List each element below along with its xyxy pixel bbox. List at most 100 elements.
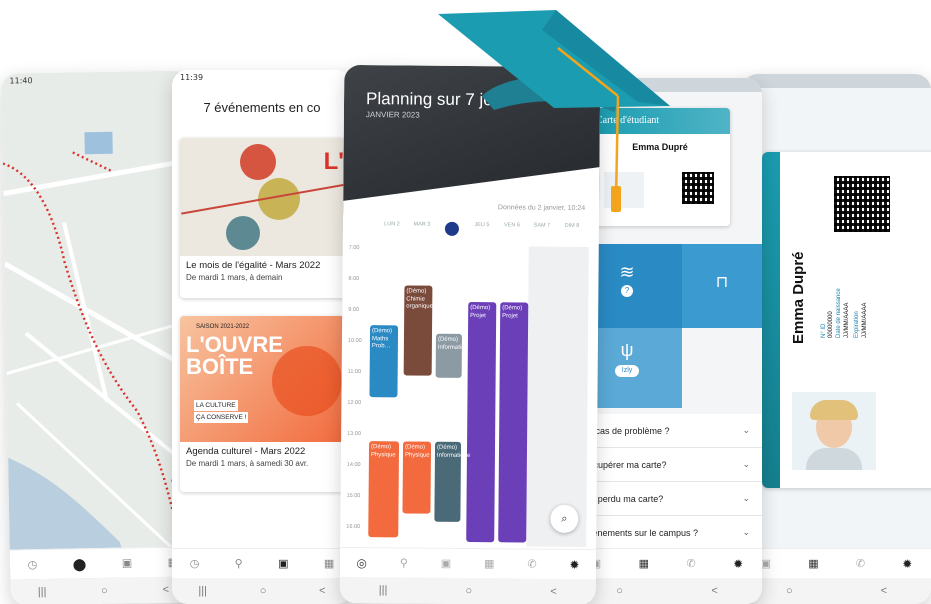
grid-icon[interactable]: ▦ [484, 557, 495, 570]
system-nav: ||| ○ < [172, 578, 352, 604]
calendar-icon[interactable]: ▣ [278, 557, 288, 570]
events-phone: 11:39 7 événements en co L' Le mois de l… [172, 70, 352, 604]
recent-button[interactable]: ||| [198, 585, 207, 597]
system-nav: ||| ○ < [10, 576, 197, 604]
map-graphic [1, 131, 197, 604]
calendar-event[interactable]: (Démo) Physique [402, 441, 432, 514]
grid-icon[interactable]: ▦ [324, 557, 334, 570]
recent-button[interactable]: ||| [379, 584, 388, 596]
calendar-event[interactable]: (Démo) Informatique [434, 441, 470, 522]
map-pin-icon[interactable]: ⚲ [235, 557, 243, 570]
phone-icon[interactable]: ✆ [527, 558, 536, 571]
tab-bar: ▣ ▦ ✆ ✹ [572, 548, 762, 578]
home-button[interactable]: ○ [260, 585, 267, 597]
hour-label: 11:00 [347, 368, 362, 376]
back-button[interactable]: < [550, 586, 557, 598]
chevron-down-icon: ⌄ [742, 459, 750, 469]
planning-month: JANVIER 2023 [365, 110, 420, 120]
recent-button[interactable]: ||| [38, 586, 47, 598]
gear-icon[interactable]: ✹ [902, 557, 912, 571]
id-value: 00000000 [828, 311, 834, 338]
faq-item[interactable]: J'ai perdu ma carte? ⌄ [572, 482, 762, 516]
faq-item[interactable]: En cas de problème ? ⌄ [572, 414, 762, 448]
birth-value: JJ/MM/AAAA [844, 302, 850, 338]
event-image: L' [180, 138, 348, 256]
event-title: Agenda culturel - Mars 2022 [186, 446, 306, 457]
week-grid: 7:00 8:00 9:00 10:00 11:00 12:00 13:00 14:00 15:… [340, 244, 599, 548]
calendar-event[interactable]: (Démo) Projet [498, 302, 529, 543]
map-pin-icon[interactable]: ⚲ [400, 556, 408, 569]
chevron-down-icon: ⌄ [742, 425, 750, 435]
map-pin-icon[interactable]: ⬤ [73, 557, 87, 571]
system-nav: ○ < [742, 578, 931, 604]
system-nav: ||| ○ < [339, 576, 596, 604]
calendar-event[interactable]: (Démo) Physique [368, 441, 400, 538]
history-icon[interactable]: ◷ [28, 558, 38, 571]
calendar-event[interactable]: (Démo) Maths Prob… [369, 325, 399, 398]
system-nav: ○ < [572, 578, 762, 604]
hour-label: 14:00 [346, 461, 361, 469]
tab-bar: ◎ ⚲ ▣ ▦ ✆ ✹ [339, 546, 597, 580]
id-card-phone: Emma Dupré N° ID 00000000 Date de naissa… [742, 74, 931, 604]
calendar-event[interactable]: (Démo) Informatique [435, 333, 471, 378]
event-card[interactable]: SAISON 2021-2022 L'OUVRE BOÎTE LA CULTUR… [180, 316, 348, 492]
hour-label: 16:00 [346, 523, 361, 531]
id-label: N° ID [821, 323, 827, 338]
calendar-event[interactable]: (Démo) Projet [466, 301, 497, 543]
hour-label: 10:00 [347, 337, 362, 345]
chevron-down-icon: ⌄ [742, 527, 750, 537]
day-label[interactable]: MAR 3 [407, 221, 437, 241]
faq-item[interactable]: Événements sur le campus ? ⌄ [572, 516, 762, 550]
grid-icon[interactable]: ▦ [639, 557, 649, 570]
birth-label: Date de naissance [836, 288, 842, 338]
home-button[interactable]: ○ [616, 585, 623, 597]
status-bar [742, 74, 931, 88]
hour-label: 15:00 [346, 492, 361, 500]
expiry-label: Expiration [854, 311, 860, 338]
tab-bar: ◷ ⬤ ▣ ▦ [9, 546, 197, 580]
graduation-cap-icon [438, 10, 670, 212]
event-image: SAISON 2021-2022 L'OUVRE BOÎTE LA CULTUR… [180, 316, 348, 442]
events-title: 7 événements en co [203, 100, 321, 115]
card-name: Emma Dupré [790, 251, 807, 344]
tile-library[interactable]: ⊓ [682, 244, 762, 328]
phone-icon[interactable]: ✆ [686, 557, 695, 570]
faq-item[interactable]: Récupérer ma carte? ⌄ [572, 448, 762, 482]
history-icon[interactable]: ◷ [190, 557, 200, 570]
home-button[interactable]: ○ [786, 585, 793, 597]
history-icon[interactable]: ◎ [356, 556, 367, 570]
gear-icon[interactable]: ✹ [733, 557, 743, 571]
map-view[interactable] [1, 70, 197, 604]
back-button[interactable]: < [162, 584, 169, 596]
back-button[interactable]: < [881, 585, 887, 597]
calendar-icon[interactable]: ▣ [761, 557, 771, 570]
search-button[interactable]: ⌕ [550, 504, 579, 533]
hour-label: 8:00 [348, 275, 360, 283]
back-button[interactable]: < [319, 585, 325, 597]
qr-code [682, 172, 714, 204]
grid-icon[interactable]: ▦ [808, 557, 818, 570]
calendar-event[interactable]: (Démo) Chimie organique [403, 285, 433, 376]
day-label[interactable]: LUN 2 [377, 221, 407, 241]
calendar-icon[interactable]: ▣ [441, 557, 452, 570]
back-button[interactable]: < [711, 585, 717, 597]
search-icon: ⌕ [561, 512, 568, 525]
map-phone: 11:40 ◷ ⬤ ▣ ▦ ||| ○ < [1, 70, 197, 604]
qr-code [834, 176, 890, 232]
digital-id-card[interactable]: Emma Dupré N° ID 00000000 Date de naissa… [762, 152, 931, 488]
gear-icon[interactable]: ✹ [569, 557, 579, 571]
hour-label: 7:00 [348, 244, 360, 252]
phone-icon[interactable]: ✆ [856, 557, 865, 570]
avatar [792, 392, 876, 470]
event-date: De mardi 1 mars, à samedi 30 avr. [186, 459, 309, 468]
calendar-icon[interactable]: ▣ [122, 556, 133, 569]
status-bar: 11:39 [172, 70, 352, 84]
event-card[interactable]: L' Le mois de l'égalité - Mars 2022 De m… [180, 138, 348, 298]
home-button[interactable]: ○ [101, 585, 108, 597]
tab-bar: ◷ ⚲ ▣ ▦ [172, 548, 352, 578]
event-title: Le mois de l'égalité - Mars 2022 [186, 260, 321, 271]
home-button[interactable]: ○ [465, 585, 472, 597]
hour-label: 13:00 [347, 430, 361, 438]
hour-label: 12:00 [347, 399, 362, 407]
chevron-down-icon: ⌄ [742, 493, 750, 503]
